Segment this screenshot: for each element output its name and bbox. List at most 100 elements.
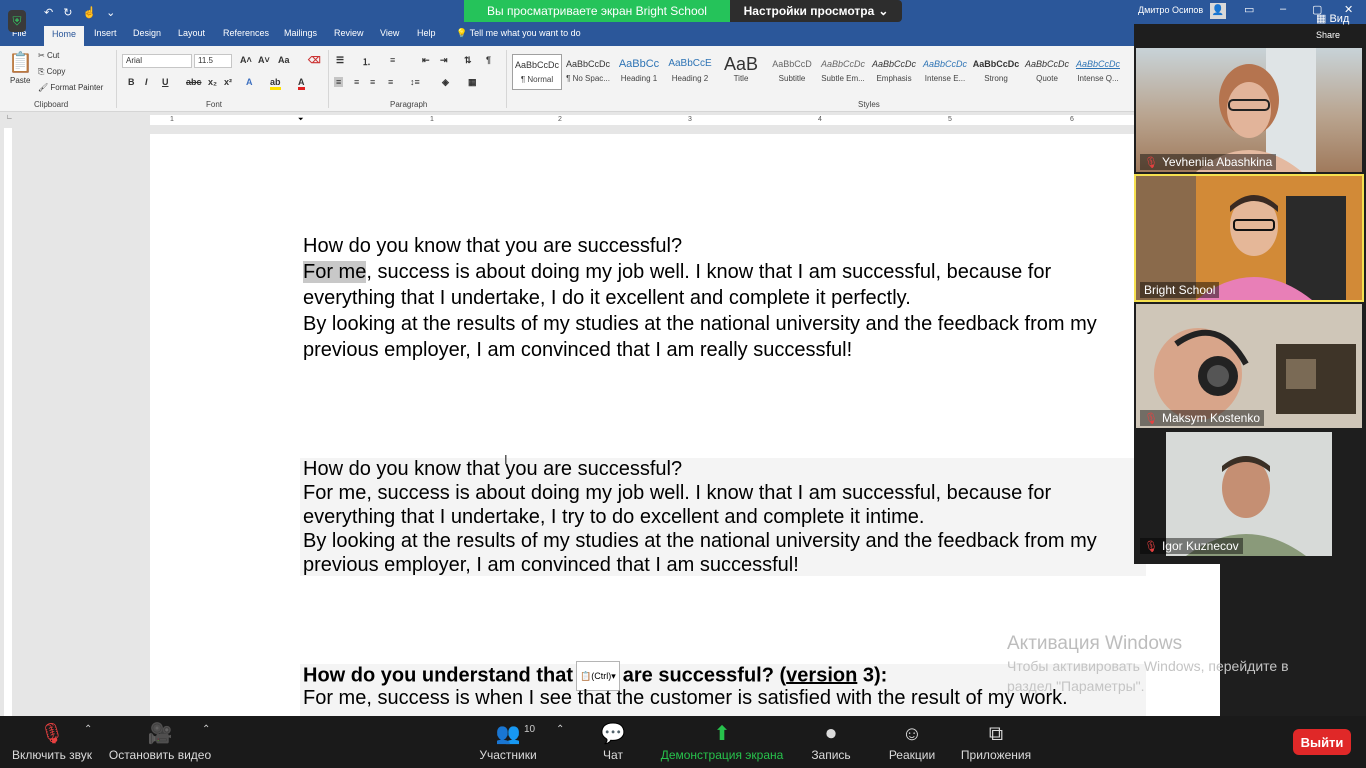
answer-2-line-1[interactable]: For me, success is about doing my job we… (303, 480, 1051, 506)
horizontal-ruler[interactable]: ∟ 1 ⏷ 1 2 3 4 5 6 (0, 112, 1134, 128)
minimize-icon[interactable]: – (1280, 3, 1286, 15)
style-emphasis[interactable]: AaBbCcDc Emphasis (869, 54, 919, 90)
tab-selector-icon[interactable]: ∟ (6, 114, 13, 121)
line-spacing-icon[interactable]: ↕≡ (410, 77, 420, 87)
vertical-ruler[interactable] (4, 128, 12, 716)
indent-marker-icon[interactable]: ⏷ (298, 116, 304, 124)
numbering-icon[interactable]: ⒈ (362, 55, 371, 68)
align-left-icon[interactable]: ≡ (334, 77, 344, 87)
question-2[interactable]: How do you know that you are successful? (303, 456, 682, 482)
text-effects-icon[interactable]: A (246, 77, 253, 87)
superscript-icon[interactable]: x² (224, 77, 232, 87)
answer-2-line-3[interactable]: By looking at the results of my studies … (303, 528, 1097, 554)
tab-review[interactable]: Review (334, 28, 364, 38)
answer-1-line-1[interactable]: For me, success is about doing my job we… (303, 259, 1051, 285)
zoom-view-button[interactable]: ▦ Вид (1316, 12, 1349, 25)
format-painter-button[interactable]: 🖌 Format Painter (38, 83, 103, 92)
justify-icon[interactable]: ≡ (388, 77, 393, 87)
show-formatting-icon[interactable]: ¶ (486, 55, 491, 65)
answer-1-line-3[interactable]: By looking at the results of my studies … (303, 311, 1097, 337)
participant-tile[interactable]: 🎙 Maksym Kostenko (1136, 304, 1362, 428)
tab-mailings[interactable]: Mailings (284, 28, 317, 38)
cut-button[interactable]: ✂ Cut (38, 51, 59, 60)
style-normal[interactable]: AaBbCcDc ¶ Normal (512, 54, 562, 90)
change-case-icon[interactable]: Aa (278, 55, 290, 65)
view-options-button[interactable]: Настройки просмотра ⌄ (730, 0, 902, 22)
font-name-select[interactable]: Arial (122, 54, 192, 68)
tab-layout[interactable]: Layout (178, 28, 205, 38)
redo-icon[interactable]: ↻ (63, 6, 72, 19)
participant-tile-active-speaker[interactable]: Bright School (1134, 174, 1364, 302)
strikethrough-icon[interactable]: abc (186, 77, 202, 87)
tab-insert[interactable]: Insert (94, 28, 117, 38)
font-color-icon[interactable]: A (298, 77, 305, 90)
customize-qat-icon[interactable]: ⌄ (106, 6, 115, 19)
leave-button[interactable]: Выйти (1293, 729, 1351, 755)
style-no-spacing[interactable]: AaBbCcDc ¶ No Spac... (563, 54, 613, 90)
apps-button[interactable]: ⧉ Приложения (958, 720, 1034, 762)
tab-help[interactable]: Help (417, 28, 436, 38)
style-intense-quote[interactable]: AaBbCcDc Intense Q... (1073, 54, 1123, 90)
participants-options-caret-icon[interactable]: ⌃ (556, 724, 564, 735)
meeting-toolbar: 🎙 Включить звук ⌃ 🎥 Остановить видео ⌃ 👥… (0, 716, 1366, 768)
video-options-caret-icon[interactable]: ⌃ (202, 724, 210, 735)
selected-text[interactable]: For me (303, 261, 367, 283)
shrink-font-icon[interactable]: A˅ (258, 55, 270, 65)
align-center-icon[interactable]: ≡ (354, 77, 359, 87)
tab-design[interactable]: Design (133, 28, 161, 38)
share-button[interactable]: Share (1316, 30, 1340, 40)
unmute-button[interactable]: 🎙 Включить звук (10, 720, 94, 762)
style-subtitle[interactable]: AaBbCcD Subtitle (767, 54, 817, 90)
shading-icon[interactable]: ◈ (442, 77, 449, 88)
participant-tile[interactable]: 🎙 Igor Kuznecov (1136, 432, 1362, 556)
share-screen-button[interactable]: ⬆ Демонстрация экрана (660, 720, 784, 762)
highlight-icon[interactable]: ab (270, 77, 281, 90)
paste-button[interactable]: Paste (10, 76, 30, 85)
subscript-icon[interactable]: x₂ (208, 77, 217, 87)
clear-formatting-icon[interactable]: ⌫ (308, 55, 321, 66)
paste-icon[interactable]: 📋 (8, 50, 33, 75)
answer-1-line-2[interactable]: everything that I undertake, I do it exc… (303, 285, 911, 311)
tell-me-search[interactable]: 💡 Tell me what you want to do (456, 28, 581, 39)
answer-3-line-1[interactable]: For me, success is when I see that the c… (303, 685, 1068, 711)
style-quote[interactable]: AaBbCcDc Quote (1022, 54, 1072, 90)
touch-mode-icon[interactable]: ☝ (82, 6, 96, 19)
style-intense-emphasis[interactable]: AaBbCcDc Intense E... (920, 54, 970, 90)
style-strong[interactable]: AaBbCcDc Strong (971, 54, 1021, 90)
tab-references[interactable]: References (223, 28, 269, 38)
increase-indent-icon[interactable]: ⇥ (440, 55, 448, 66)
ribbon-display-options-icon[interactable]: ▭ (1244, 3, 1254, 16)
tab-home[interactable]: Home (44, 26, 85, 46)
audio-options-caret-icon[interactable]: ⌃ (84, 724, 92, 735)
account-name[interactable]: Дмитро Осипов (1138, 5, 1203, 15)
answer-1-line-4[interactable]: previous employer, I am convinced that I… (303, 337, 852, 363)
borders-icon[interactable]: ▦ (468, 77, 477, 88)
sort-icon[interactable]: ⇅ (464, 55, 472, 66)
chat-button[interactable]: 💬 Чат (592, 720, 634, 762)
bold-icon[interactable]: B (128, 77, 135, 87)
reactions-button[interactable]: ☺ Реакции (886, 720, 938, 762)
style-heading-1[interactable]: AaBbCc Heading 1 (614, 54, 664, 90)
undo-icon[interactable]: ↶ (44, 6, 53, 19)
zoom-security-shield-icon[interactable]: ⛨ (8, 10, 26, 32)
underline-icon[interactable]: U (162, 77, 169, 87)
grow-font-icon[interactable]: A˄ (240, 55, 252, 65)
tab-view[interactable]: View (380, 28, 399, 38)
decrease-indent-icon[interactable]: ⇤ (422, 55, 430, 66)
question-1[interactable]: How do you know that you are successful? (303, 233, 682, 259)
account-avatar[interactable]: 👤 (1210, 3, 1226, 19)
style-heading-2[interactable]: AaBbCcE Heading 2 (665, 54, 715, 90)
copy-button[interactable]: ⎘ Copy (38, 67, 65, 77)
bullets-icon[interactable]: ☰ (336, 55, 344, 66)
italic-icon[interactable]: I (145, 77, 148, 87)
align-right-icon[interactable]: ≡ (370, 77, 375, 87)
participant-tile[interactable]: 🎙 Yevheniia Abashkina (1136, 48, 1362, 172)
multilevel-list-icon[interactable]: ≡ (390, 55, 395, 65)
answer-2-line-4[interactable]: previous employer, I am convinced that I… (303, 552, 799, 578)
answer-2-line-2[interactable]: everything that I undertake, I try to do… (303, 504, 924, 530)
style-title[interactable]: AaB Title (716, 54, 766, 90)
style-subtle-emphasis[interactable]: AaBbCcDc Subtle Em... (818, 54, 868, 90)
font-size-select[interactable]: 11.5 (194, 54, 232, 68)
record-button[interactable]: ⏺ Запись (808, 720, 854, 762)
stop-video-button[interactable]: 🎥 Остановить видео (108, 720, 212, 762)
